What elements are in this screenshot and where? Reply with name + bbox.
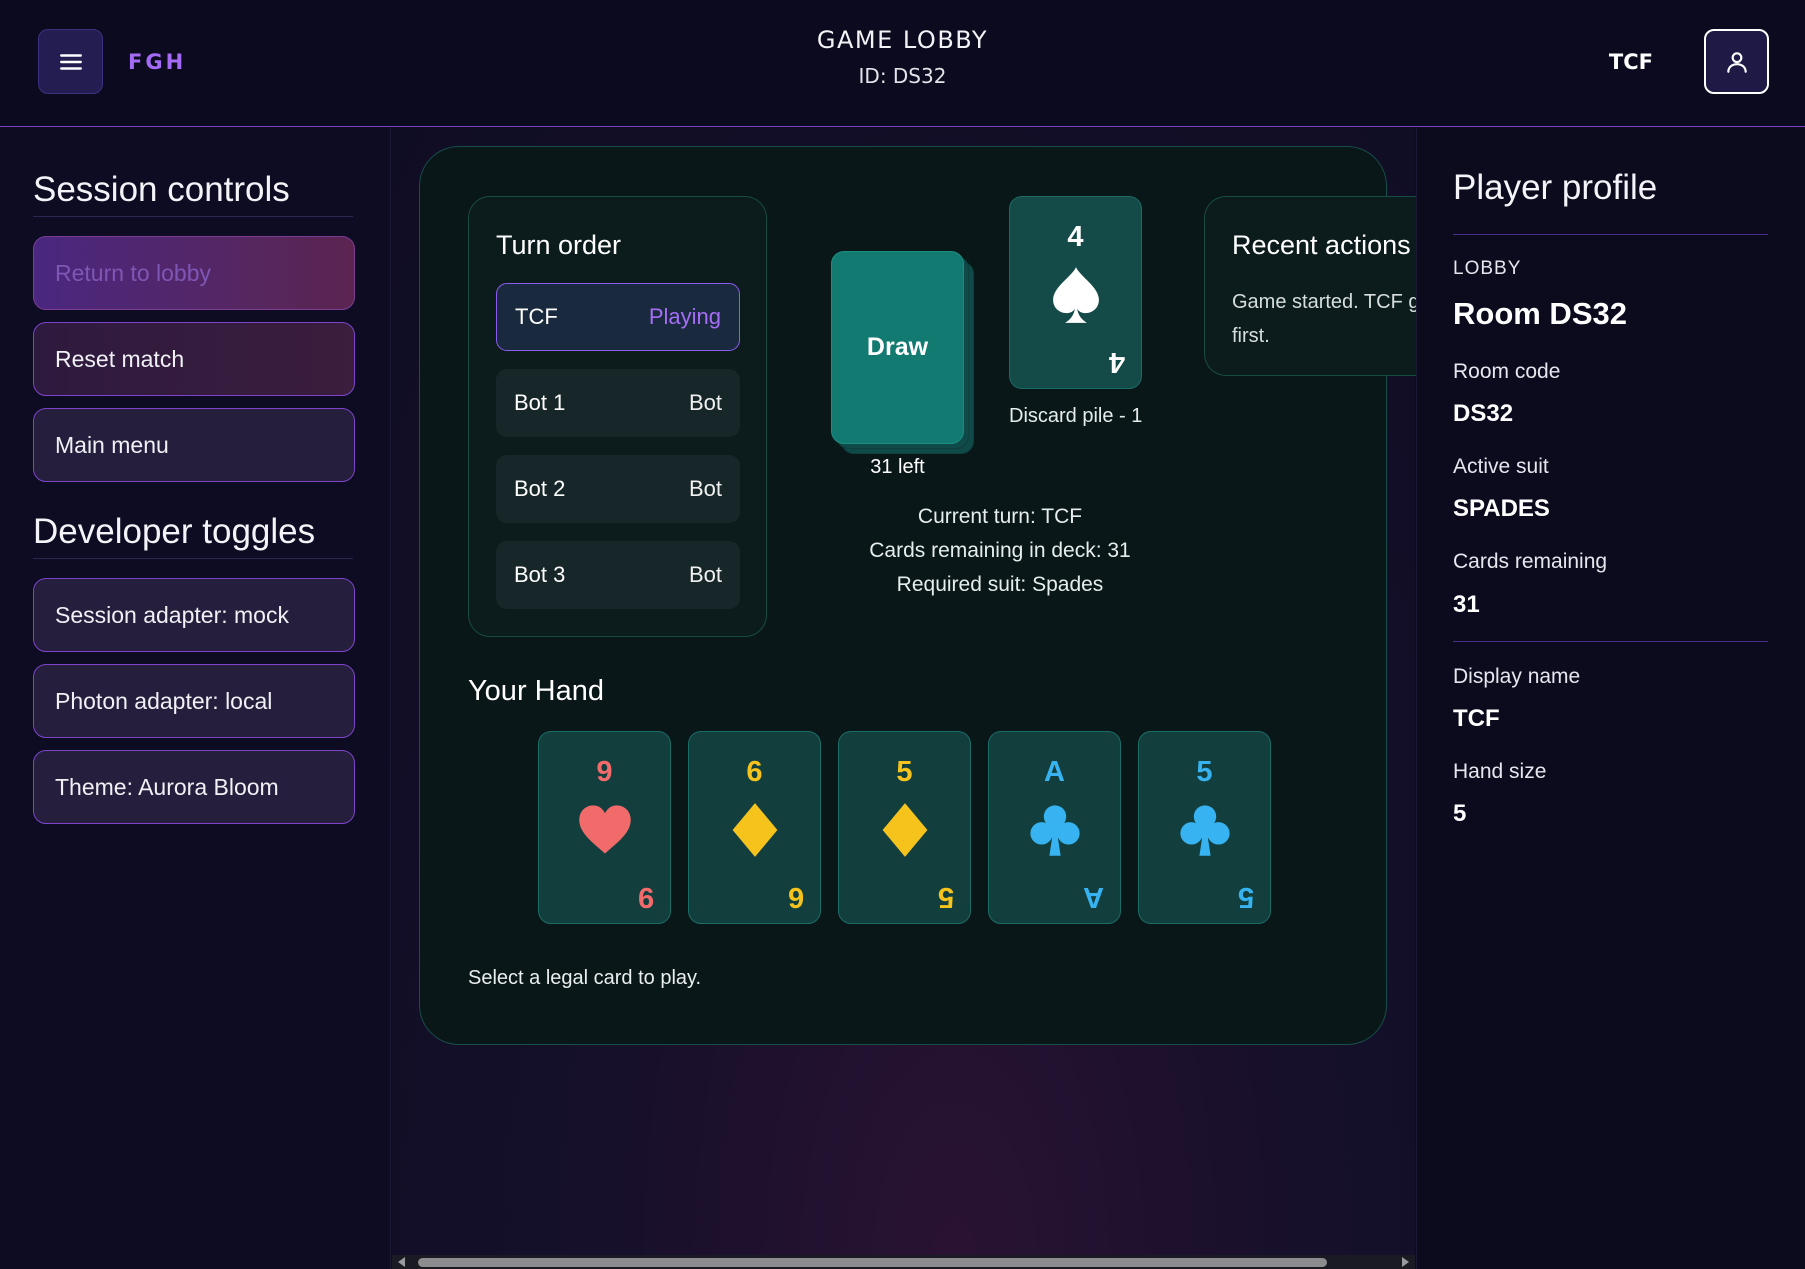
diamond-icon [732,803,777,857]
active-suit-label: Active suit [1453,455,1549,478]
card-rank: A [1044,756,1065,788]
divider [33,558,353,559]
discard-pile-label: Discard pile - 1 [1009,405,1143,427]
session-adapter-toggle[interactable]: Session adapter: mock [33,578,355,652]
hand-title: Your Hand [468,675,604,707]
required-suit: Required suit: Spades [896,573,1104,596]
lobby-id: ID: DS32 [858,64,947,88]
turn-order-title: Turn order [496,230,622,260]
display-name-value: TCF [1453,705,1500,732]
turn-row-bot-1: Bot 1 Bot [496,369,740,437]
card-rank: 5 [896,756,913,788]
divider [33,216,353,217]
photon-adapter-toggle[interactable]: Photon adapter: local [33,664,355,738]
hand-card-a-clubs[interactable]: A A [988,731,1121,924]
player-status: Bot [688,390,722,415]
room-code-label: Room code [1453,360,1561,383]
scroll-right-arrow[interactable] [1402,1257,1409,1267]
turn-order-panel: Turn order TCF Playing Bot 1 Bot Bot 2 B… [468,196,767,637]
suit-symbol [539,800,670,864]
developer-toggles-heading: Developer toggles [33,512,316,551]
heart-icon [578,805,631,854]
card-rank: 5 [1196,756,1213,788]
deck-remaining: Cards remaining in deck: 31 [869,539,1131,562]
card-rank-inverted: A [1083,881,1104,913]
horizontal-scrollbar[interactable] [392,1255,1415,1269]
page-title-block: GAME LOBBY ID: DS32 [0,26,1805,88]
user-icon [1726,51,1747,73]
player-name: TCF [515,304,558,329]
cards-remaining-value: 31 [1453,591,1480,618]
hand-card-9-hearts[interactable]: 9 9 [538,731,671,924]
player-status: Bot [688,476,722,501]
room-code-value: DS32 [1453,400,1514,427]
page-title: GAME LOBBY [816,26,989,54]
player-status: Bot [688,562,722,587]
card-rank: 9 [596,756,613,788]
draw-pile[interactable]: Draw [831,251,964,444]
player-profile-panel: Player profile LOBBY Room DS32 Room code… [1416,128,1805,1269]
turn-row-bot-3: Bot 3 Bot [496,541,740,609]
return-to-lobby-button[interactable]: Return to lobby [33,236,355,310]
hand-hint: Select a legal card to play. [468,967,702,989]
card-rank-inverted: 5 [937,881,954,913]
scrollbar-thumb[interactable] [418,1258,1327,1267]
hand-card-5-clubs[interactable]: 5 5 [1138,731,1271,924]
discard-pile-card: 4 4 [1009,196,1142,389]
lobby-label: LOBBY [1453,258,1522,279]
left-sidebar: Session controls Return to lobby Reset m… [0,128,391,1269]
user-name: TCF [1608,50,1653,74]
theme-toggle[interactable]: Theme: Aurora Bloom [33,750,355,824]
suit-symbol [1010,265,1141,329]
hand-card-6-diamonds[interactable]: 6 6 [688,731,821,924]
game-area: Turn order TCF Playing Bot 1 Bot Bot 2 B… [392,128,1464,1269]
card-rank-inverted: 6 [787,881,804,913]
card-rank: 4 [1067,221,1084,253]
diamond-icon [882,803,927,857]
spade-icon [1052,267,1099,323]
player-profile-title: Player profile [1453,168,1658,207]
main-menu-button[interactable]: Main menu [33,408,355,482]
divider [1453,641,1768,642]
card-rank-inverted: 9 [637,881,654,913]
deck-count: 31 left [870,456,925,478]
suit-symbol [839,800,970,864]
card-rank-inverted: 5 [1237,881,1254,913]
reset-match-button[interactable]: Reset match [33,322,355,396]
profile-button[interactable] [1704,29,1769,94]
cards-remaining-label: Cards remaining [1453,550,1608,573]
turn-row-tcf: TCF Playing [496,283,740,351]
player-name: Bot 2 [514,476,566,501]
turn-row-bot-2: Bot 2 Bot [496,455,740,523]
current-turn: Current turn: TCF [917,505,1083,528]
card-rank-inverted: 4 [1108,346,1125,378]
suit-symbol [1139,800,1270,864]
recent-actions-title: Recent actions [1232,230,1411,260]
game-status: Current turn: TCF Cards remaining in dec… [800,500,1200,602]
card-rank: 6 [746,756,763,788]
player-name: Bot 1 [514,390,566,415]
divider [1453,234,1768,235]
room-name: Room DS32 [1453,296,1627,331]
hand-size-label: Hand size [1453,760,1547,783]
hand-size-value: 5 [1453,800,1467,827]
session-controls-heading: Session controls [33,170,290,209]
player-name: Bot 3 [514,562,566,587]
suit-symbol [989,800,1120,864]
active-suit-value: SPADES [1453,495,1550,522]
suit-symbol [689,800,820,864]
top-bar: FGH GAME LOBBY ID: DS32 TCF [0,0,1805,127]
hand-card-5-diamonds[interactable]: 5 5 [838,731,971,924]
display-name-label: Display name [1453,665,1581,688]
game-board: Turn order TCF Playing Bot 1 Bot Bot 2 B… [419,146,1464,1045]
scroll-left-arrow[interactable] [398,1257,405,1267]
player-status: Playing [648,304,721,329]
club-icon [1179,805,1230,856]
club-icon [1029,805,1080,856]
